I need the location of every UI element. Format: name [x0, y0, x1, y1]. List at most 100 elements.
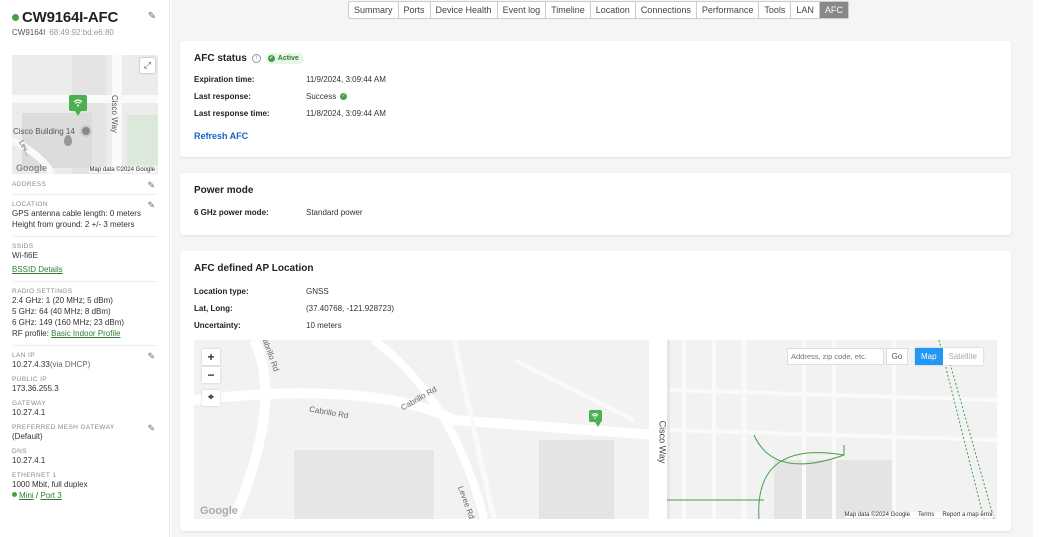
- lan-ip-section: LAN IP ✎ 10.27.4.33(via DHCP): [12, 351, 157, 370]
- mesh-gateway-value: (Default): [12, 432, 43, 441]
- tab-lan[interactable]: LAN: [791, 2, 820, 18]
- device-header: CW9164I-AFC ✎: [12, 8, 157, 26]
- recenter-icon[interactable]: ⌖: [202, 390, 220, 406]
- divider: [12, 345, 157, 346]
- check-icon: ✓: [267, 55, 275, 62]
- status-badge: ✓ Active: [265, 53, 304, 64]
- location-cable-length: GPS antenna cable length: 0 meters: [12, 209, 141, 218]
- tab-tools[interactable]: Tools: [759, 2, 792, 18]
- success-check-icon: ✓: [340, 92, 348, 100]
- lat-long-label: Lat, Long:: [194, 303, 233, 313]
- ethernet-links: Mini / Port 3: [12, 490, 157, 501]
- uncertainty-row: Uncertainty: 10 meters: [194, 319, 997, 331]
- access-point-pin-icon[interactable]: [69, 95, 87, 116]
- afc-status-card: AFC status i ✓ Active Expiration time: 11…: [180, 41, 1011, 157]
- gateway-section: GATEWAY 10.27.4.1: [12, 400, 157, 418]
- tab-afc[interactable]: AFC: [819, 2, 848, 18]
- rf-profile-link[interactable]: Basic Indoor Profile: [51, 329, 120, 338]
- location-label: LOCATION: [12, 201, 48, 208]
- power-mode-title: Power mode: [194, 185, 254, 196]
- edit-lan-ip-pencil-icon[interactable]: ✎: [147, 351, 155, 362]
- map-terms-link[interactable]: Terms: [918, 512, 934, 518]
- public-ip-value: 173.36.255.3: [12, 384, 59, 393]
- tab-device-health[interactable]: Device Health: [431, 2, 498, 18]
- bssid-details-link[interactable]: BSSID Details: [12, 265, 63, 274]
- device-sidebar: CW9164I-AFC ✎ CW9164I 68:49:92:bd:e6:80 C…: [0, 0, 170, 537]
- access-point-pin-icon[interactable]: [589, 410, 602, 427]
- uncertainty-label: Uncertainty:: [194, 320, 241, 330]
- gateway-value: 10.27.4.1: [12, 408, 46, 417]
- lan-ip-label: LAN IP: [12, 352, 35, 359]
- device-subtitle: CW9164I 68:49:92:bd:e6:80: [12, 28, 157, 37]
- map-credit: Map data ©2024 Google: [844, 512, 910, 518]
- lat-long-row: Lat, Long: (37.40768, -121.928723): [194, 302, 997, 314]
- radio-settings-label: RADIO SETTINGS: [12, 288, 73, 295]
- tab-event-log[interactable]: Event log: [498, 2, 547, 18]
- info-icon[interactable]: i: [251, 54, 261, 63]
- edit-location-pencil-icon[interactable]: ✎: [147, 200, 155, 211]
- zoom-in-button[interactable]: +: [202, 349, 220, 365]
- satellite-view-button[interactable]: Satellite: [942, 348, 983, 365]
- radio-6ghz: 6 GHz: 149 (160 MHz; 23 dBm): [12, 318, 125, 327]
- afc-location-title: AFC defined AP Location: [194, 263, 314, 274]
- last-response-value: Success: [306, 91, 337, 101]
- last-response-label: Last response:: [194, 91, 251, 101]
- tab-connections[interactable]: Connections: [636, 2, 697, 18]
- road-label-cisco-way: Cisco Way: [657, 420, 668, 464]
- ssids-section: SSIDS Wi-fi6E BSSID Details: [12, 243, 157, 275]
- location-section: LOCATION ✎ GPS antenna cable length: 0 m…: [12, 200, 157, 230]
- edit-name-pencil-icon[interactable]: ✎: [147, 12, 157, 22]
- edit-mesh-gateway-pencil-icon[interactable]: ✎: [147, 423, 155, 434]
- location-type-label: Location type:: [194, 286, 249, 296]
- google-logo: Google: [16, 163, 47, 173]
- mesh-gateway-section: PREFERRED MESH GATEWAY ✎ (Default): [12, 423, 157, 442]
- tab-timeline[interactable]: Timeline: [546, 2, 591, 18]
- last-response-time-value: 11/8/2024, 3:09:44 AM: [306, 108, 386, 118]
- radio-settings-section: RADIO SETTINGS 2.4 GHz: 1 (20 MHz; 5 dBm…: [12, 288, 157, 339]
- divider: [12, 281, 157, 282]
- lan-ip-value: 10.27.4.33: [12, 360, 50, 369]
- map-view-button[interactable]: Map: [914, 348, 943, 365]
- uncertainty-value: 10 meters: [306, 320, 342, 330]
- zoom-out-button[interactable]: −: [202, 367, 220, 383]
- map-go-button[interactable]: Go: [886, 348, 908, 365]
- location-height: Height from ground: 2 +/- 3 meters: [12, 220, 135, 229]
- ethernet-value: 1000 Mbit, full duplex: [12, 480, 88, 489]
- switch-mini-link[interactable]: Mini: [19, 491, 34, 500]
- expand-map-icon[interactable]: ⤢: [140, 58, 155, 73]
- map-road-label: Cisco Way: [110, 95, 119, 133]
- gateway-label: GATEWAY: [12, 400, 47, 407]
- map-search-input[interactable]: [787, 348, 884, 365]
- device-name: CW9164I-AFC: [22, 8, 119, 26]
- map-footer: Map data ©2024 Google Terms Report a map…: [844, 512, 993, 518]
- afc-location-card: AFC defined AP Location Location type: G…: [180, 251, 1011, 531]
- tab-ports[interactable]: Ports: [399, 2, 431, 18]
- public-ip-section: PUBLIC IP 173.36.255.3: [12, 376, 157, 394]
- main-content: Summary Ports Device Health Event log Ti…: [171, 0, 1033, 537]
- tab-performance[interactable]: Performance: [697, 2, 760, 18]
- last-response-row: Last response: Success ✓: [194, 90, 997, 102]
- port-status-icon: [12, 492, 17, 497]
- online-status-icon: [12, 13, 19, 21]
- map-report-link[interactable]: Report a map error: [942, 512, 993, 518]
- device-mac: 68:49:92:bd:e6:80: [49, 28, 114, 37]
- dns-section: DNS 10.27.4.1: [12, 448, 157, 466]
- last-response-value-wrap: Success ✓: [306, 91, 348, 101]
- edit-address-pencil-icon[interactable]: ✎: [147, 180, 155, 191]
- tab-location[interactable]: Location: [591, 2, 636, 18]
- tab-summary[interactable]: Summary: [349, 2, 399, 18]
- expiration-value: 11/9/2024, 3:09:44 AM: [306, 74, 386, 84]
- port-3-link[interactable]: Port 3: [40, 491, 61, 500]
- google-logo: Google: [200, 505, 238, 517]
- device-location-map[interactable]: Cisco Way Cisco Building 14 Lev... ⤢ Goo…: [12, 55, 158, 174]
- last-response-time-row: Last response time: 11/8/2024, 3:09:44 A…: [194, 107, 997, 119]
- radio-5ghz: 5 GHz: 64 (40 MHz; 8 dBm): [12, 307, 111, 316]
- refresh-afc-link[interactable]: Refresh AFC: [194, 131, 997, 141]
- map-credit: Map data ©2024 Google: [88, 167, 156, 173]
- rf-profile-prefix: RF profile:: [12, 329, 52, 338]
- location-pin-icon: [64, 135, 72, 146]
- afc-location-map[interactable]: Cabrillo Rd Cabrillo Rd Cabrillo Rd Cisc…: [194, 340, 997, 519]
- power-mode-value: Standard power: [306, 207, 363, 217]
- dns-label: DNS: [12, 448, 27, 455]
- device-model: CW9164I: [12, 28, 46, 37]
